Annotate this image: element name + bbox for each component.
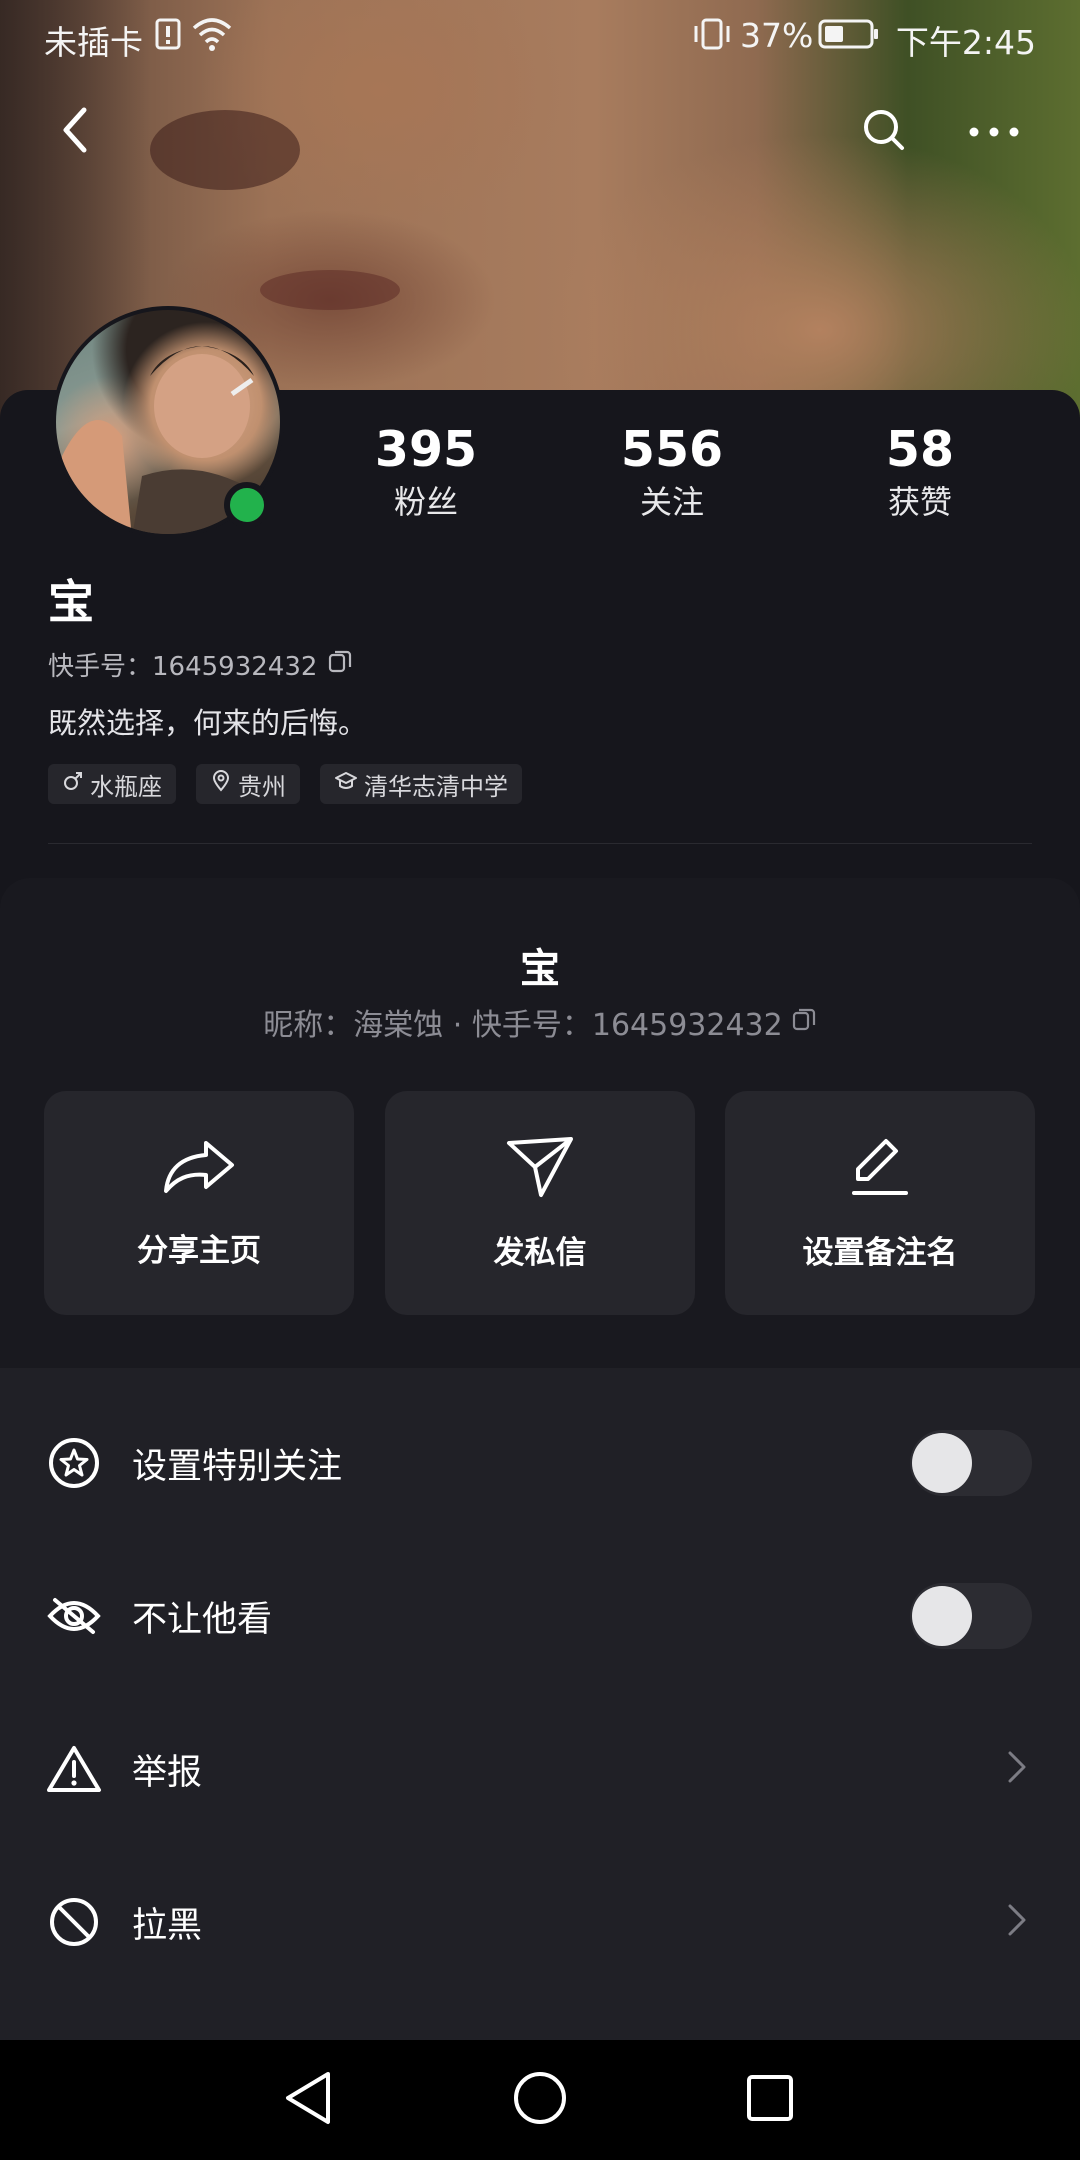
stat-label: 粉丝 <box>393 483 458 521</box>
back-icon <box>56 104 96 160</box>
nav-home-icon <box>512 2070 568 2130</box>
tag-label: 水瓶座 <box>90 772 162 801</box>
bio-text: 既然选择，何来的后悔。 <box>48 706 368 740</box>
profile-tags: 水瓶座 贵州 清华志清中学 <box>48 764 522 804</box>
vibrate-icon <box>690 14 734 58</box>
sheet-subline-text: 昵称：海棠蚀 · 快手号：1645932432 <box>263 1008 783 1043</box>
row-label: 设置特别关注 <box>132 1446 343 1487</box>
nav-recent-button[interactable] <box>730 2060 810 2140</box>
stat-fans[interactable]: 395 粉丝 <box>326 420 526 524</box>
action-label: 设置备注名 <box>802 1234 958 1271</box>
clock-text: 下午2:45 <box>895 23 1036 62</box>
nav-back-button[interactable] <box>268 2060 348 2140</box>
edit-icon <box>850 1135 910 1203</box>
male-icon <box>62 770 84 798</box>
more-icon <box>968 123 1020 142</box>
block-row[interactable]: 拉黑 <box>0 1847 1080 1997</box>
tag-school[interactable]: 清华志清中学 <box>320 764 522 804</box>
row-label: 拉黑 <box>132 1905 203 1946</box>
special-follow-row[interactable]: 设置特别关注 <box>0 1388 1080 1538</box>
stat-label: 获赞 <box>887 483 952 521</box>
stat-following[interactable]: 556 关注 <box>572 420 772 524</box>
stat-value: 395 <box>374 421 478 478</box>
set-remark-button[interactable]: 设置备注名 <box>725 1091 1035 1315</box>
wifi-icon <box>190 14 234 58</box>
send-icon <box>505 1135 575 1203</box>
tag-location[interactable]: 贵州 <box>196 764 300 804</box>
share-icon <box>162 1137 236 1201</box>
block-icon <box>46 1894 102 1950</box>
row-label: 不让他看 <box>132 1599 273 1640</box>
tag-zodiac[interactable]: 水瓶座 <box>48 764 176 804</box>
school-icon <box>334 770 358 798</box>
system-nav-bar <box>0 2040 1080 2160</box>
eye-off-icon <box>46 1588 102 1644</box>
kuaishou-id-text: 快手号：1645932432 <box>48 652 318 682</box>
nav-back-icon <box>282 2070 334 2130</box>
stat-label: 关注 <box>639 483 704 521</box>
report-row[interactable]: 举报 <box>0 1694 1080 1844</box>
profile-name: 宝 <box>48 575 94 629</box>
row-label: 举报 <box>132 1752 203 1793</box>
special-follow-toggle[interactable] <box>910 1430 1032 1496</box>
hide-from-toggle[interactable] <box>910 1583 1032 1649</box>
toggle-knob <box>912 1586 972 1646</box>
status-bar: 未插卡 37% 下午2:45 <box>0 0 1080 72</box>
chevron-right-icon <box>1006 1749 1028 1789</box>
nav-recent-icon <box>745 2073 795 2127</box>
copy-icon[interactable] <box>791 1005 817 1040</box>
search-icon <box>861 107 907 157</box>
divider <box>48 843 1032 844</box>
stat-value: 58 <box>885 421 955 478</box>
copy-icon[interactable] <box>327 648 353 681</box>
sheet-subline: 昵称：海棠蚀 · 快手号：1645932432 <box>0 1000 1080 1044</box>
back-button[interactable] <box>40 96 112 168</box>
send-message-button[interactable]: 发私信 <box>385 1091 695 1315</box>
action-label: 发私信 <box>493 1234 587 1271</box>
stat-value: 556 <box>620 421 724 478</box>
battery-percent: 37% <box>740 16 814 55</box>
online-status-dot <box>224 482 270 528</box>
sheet-title: 宝 <box>520 946 560 992</box>
tag-label: 清华志清中学 <box>364 772 508 801</box>
carrier-text: 未插卡 <box>44 23 143 62</box>
sim-alert-icon <box>154 14 182 58</box>
kuaishou-id: 快手号：1645932432 <box>48 646 353 683</box>
search-button[interactable] <box>848 96 920 168</box>
tag-label: 贵州 <box>238 772 286 801</box>
toggle-knob <box>912 1433 972 1493</box>
location-icon <box>210 770 232 798</box>
more-button[interactable] <box>958 96 1030 168</box>
share-profile-button[interactable]: 分享主页 <box>44 1091 354 1315</box>
star-icon <box>46 1435 102 1491</box>
battery-icon <box>818 14 880 58</box>
chevron-right-icon <box>1006 1902 1028 1942</box>
warning-icon <box>46 1741 102 1797</box>
hide-from-row[interactable]: 不让他看 <box>0 1541 1080 1691</box>
stat-likes[interactable]: 58 获赞 <box>820 420 1020 524</box>
nav-home-button[interactable] <box>500 2060 580 2140</box>
action-label: 分享主页 <box>137 1232 261 1269</box>
